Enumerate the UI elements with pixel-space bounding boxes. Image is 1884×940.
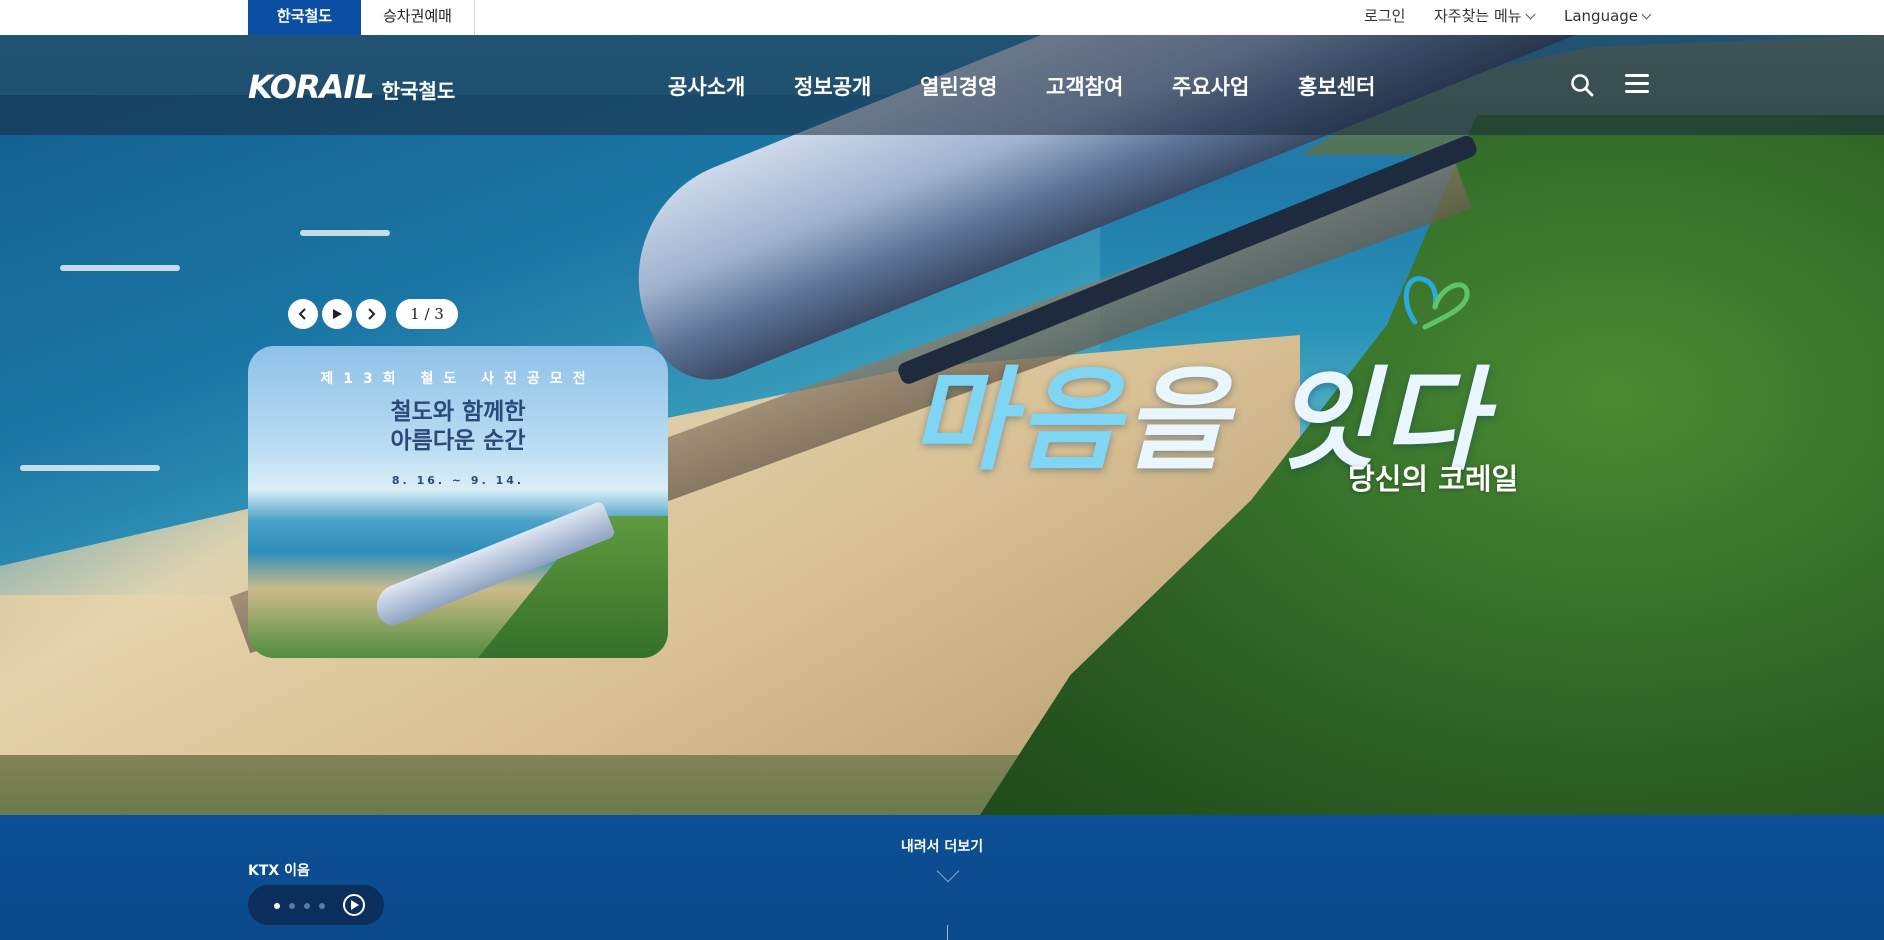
chevron-down-icon [1525, 9, 1536, 20]
slider-next-button[interactable] [356, 299, 386, 329]
slider-dot[interactable] [304, 903, 310, 909]
slider-dot[interactable] [274, 903, 280, 909]
wave [20, 465, 160, 471]
nav-item-pr-center[interactable]: 홍보센터 [1298, 71, 1375, 101]
promo-subtitle: 제13회 철도 사진공모전 [320, 371, 596, 387]
bottom-section: 내려서 더보기 KTX 이음 [0, 815, 1884, 940]
slider-play-button[interactable] [322, 299, 352, 329]
play-circle-icon[interactable] [343, 894, 365, 916]
promo-title-line2: 아름다운 순간 [390, 428, 526, 454]
wave [300, 230, 390, 236]
chevron-right-icon [368, 308, 376, 320]
logo-mark: KORAIL [248, 68, 375, 106]
wave [60, 265, 180, 271]
korail-logo[interactable]: KORAIL 한국철도 [248, 68, 455, 106]
chevron-left-icon [298, 308, 306, 320]
promo-card-photo-contest[interactable]: 제13회 철도 사진공모전 철도와 함께한 아름다운 순간 8. 16. ~ 9… [248, 346, 668, 658]
chevron-down-icon [1641, 9, 1652, 20]
login-label: 로그인 [1364, 7, 1406, 25]
slide-counter: 1 / 3 [396, 299, 458, 329]
ktx-eum-label: KTX 이음 [248, 863, 310, 879]
hero-slogan-sub: 당신의 코레일 [1348, 462, 1519, 496]
tab-ticket-booking[interactable]: 승차권예매 [361, 0, 475, 35]
nav-item-customer[interactable]: 고객참여 [1046, 71, 1123, 101]
nav-item-open-management[interactable]: 열린경영 [920, 71, 997, 101]
promo-title: 철도와 함께한 아름다운 순간 [248, 398, 668, 456]
slider-dot[interactable] [289, 903, 295, 909]
main-header: KORAIL 한국철도 공사소개 정보공개 열린경영 고객참여 주요사업 홍보센… [0, 35, 1884, 135]
logo-subtitle: 한국철도 [381, 79, 456, 103]
nav-item-disclosure[interactable]: 정보공개 [794, 71, 871, 101]
slogan-part: 마음 [910, 356, 1125, 486]
favorites-menu-dropdown[interactable]: 자주찾는 메뉴 [1434, 0, 1536, 33]
hamburger-menu-icon[interactable] [1625, 74, 1649, 94]
favorites-label: 자주찾는 메뉴 [1434, 7, 1522, 25]
login-link[interactable]: 로그인 [1364, 0, 1405, 33]
search-icon[interactable] [1570, 73, 1594, 97]
scroll-indicator-line [947, 925, 948, 940]
top-utility-bar: 한국철도 승차권예매 로그인 자주찾는 메뉴 Language [0, 0, 1884, 35]
chevron-down-icon [936, 859, 960, 883]
play-icon [333, 309, 342, 319]
slider-dot[interactable] [319, 903, 325, 909]
language-label: Language [1564, 7, 1639, 25]
nav-item-business[interactable]: 주요사업 [1172, 71, 1249, 101]
scroll-down-label[interactable]: 내려서 더보기 [0, 836, 1884, 856]
language-dropdown[interactable]: Language [1564, 0, 1652, 33]
nav-item-about[interactable]: 공사소개 [668, 71, 745, 101]
tab-korail[interactable]: 한국철도 [248, 0, 361, 35]
promo-title-line1: 철도와 함께한 [390, 399, 526, 425]
ktx-slider-control [248, 885, 384, 925]
slider-prev-button[interactable] [288, 299, 318, 329]
promo-date: 8. 16. ~ 9. 14. [391, 474, 525, 487]
